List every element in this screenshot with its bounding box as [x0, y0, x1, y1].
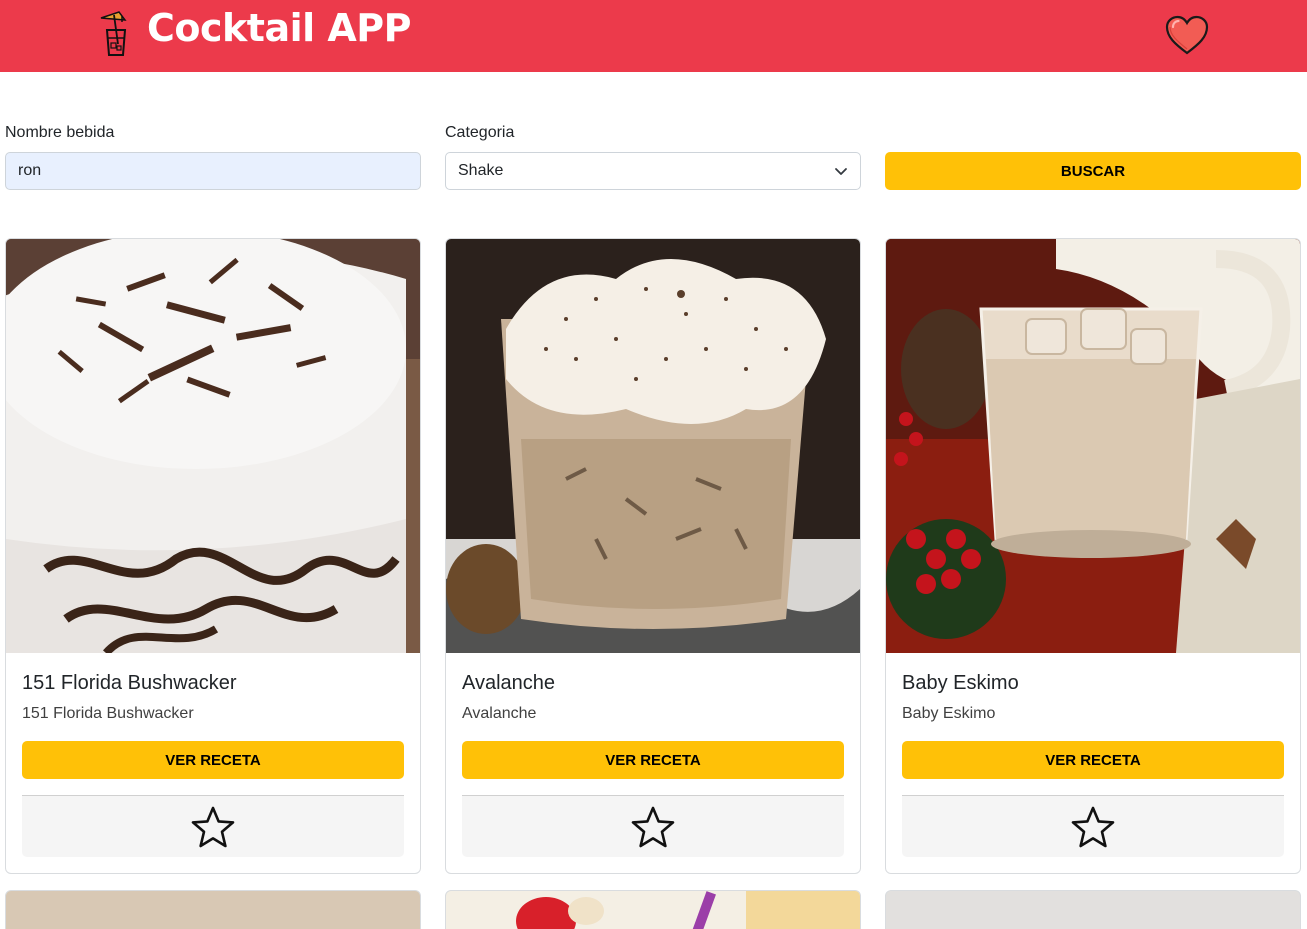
- drink-card: [445, 890, 861, 929]
- drink-subtitle: Baby Eskimo: [902, 705, 996, 722]
- drink-title: 151 Florida Bushwacker: [22, 672, 237, 694]
- drink-subtitle: Avalanche: [462, 705, 537, 722]
- drink-image: [886, 239, 1300, 653]
- view-recipe-button[interactable]: VER RECETA: [22, 741, 404, 779]
- drink-card: 151 Florida Bushwacker 151 Florida Bushw…: [5, 238, 421, 874]
- name-label: Nombre bebida: [5, 124, 115, 141]
- view-recipe-button[interactable]: VER RECETA: [462, 741, 844, 779]
- search-button[interactable]: BUSCAR: [885, 152, 1301, 190]
- drink-card: [885, 890, 1301, 929]
- app-header: Cocktail APP: [0, 0, 1307, 72]
- star-outline-icon: [191, 806, 235, 847]
- category-selected-value: Shake: [458, 162, 504, 179]
- drink-image: [6, 239, 420, 653]
- drink-image: [446, 239, 860, 653]
- drink-title: Avalanche: [462, 672, 556, 694]
- heart-icon[interactable]: [1163, 13, 1211, 57]
- favorite-toggle[interactable]: [902, 795, 1284, 857]
- drink-subtitle: 151 Florida Bushwacker: [22, 705, 194, 722]
- drink-name-input[interactable]: [5, 152, 421, 190]
- chevron-down-icon: [835, 168, 847, 175]
- drink-card: Avalanche Avalanche VER RECETA: [445, 238, 861, 874]
- star-outline-icon: [1071, 806, 1115, 847]
- drink-image: [516, 891, 860, 929]
- category-select[interactable]: Shake: [445, 152, 861, 190]
- favorite-toggle[interactable]: [22, 795, 404, 857]
- favorite-toggle[interactable]: [462, 795, 844, 857]
- drink-title: Baby Eskimo: [902, 672, 1019, 694]
- view-recipe-button[interactable]: VER RECETA: [902, 741, 1284, 779]
- app-title: Cocktail APP: [147, 6, 412, 50]
- drink-card: Baby Eskimo Baby Eskimo VER RECETA: [885, 238, 1301, 874]
- star-outline-icon: [631, 806, 675, 847]
- cocktail-glass-icon: [100, 11, 127, 56]
- drink-card: [5, 890, 421, 929]
- category-label: Categoria: [445, 124, 515, 141]
